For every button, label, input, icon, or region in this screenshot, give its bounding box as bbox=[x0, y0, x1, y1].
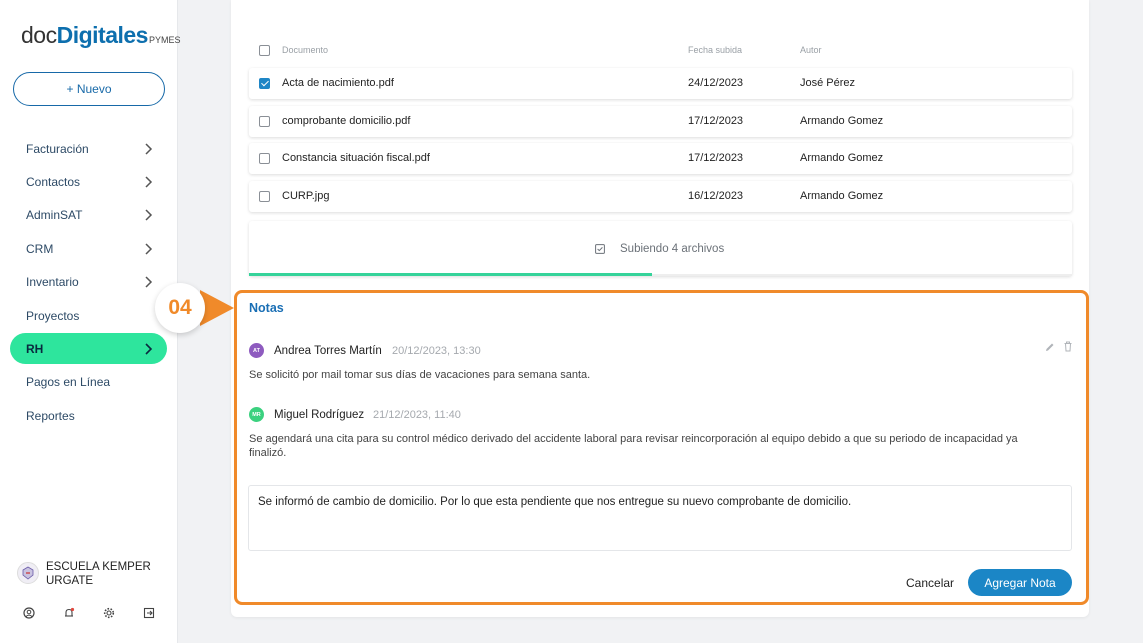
row-document-name: CURP.jpg bbox=[282, 190, 330, 202]
table-row[interactable]: Acta de nacimiento.pdf 24/12/2023 José P… bbox=[249, 68, 1072, 99]
author-avatar: AT bbox=[249, 343, 264, 358]
organization-logo bbox=[17, 562, 39, 584]
sidebar-item-label: CRM bbox=[26, 241, 54, 256]
sidebar-item-label: RH bbox=[26, 342, 44, 357]
column-header-date: Fecha subida bbox=[688, 45, 743, 55]
sidebar-item-facturacion[interactable]: Facturación bbox=[0, 132, 178, 165]
organization-name: ESCUELA KEMPER URGATE bbox=[46, 561, 151, 587]
brand-logo-digitales: Digitales bbox=[56, 22, 149, 48]
sidebar-item-label: Inventario bbox=[26, 275, 79, 290]
notification-bell-icon[interactable] bbox=[62, 606, 76, 620]
row-author: José Pérez bbox=[800, 77, 856, 89]
sidebar-item-label: Contactos bbox=[26, 175, 81, 190]
delete-trash-icon[interactable] bbox=[1063, 341, 1073, 352]
documents-table-header: Documento Fecha subida Autor bbox=[259, 44, 1069, 58]
chevron-right-icon bbox=[145, 276, 153, 288]
note-datetime: 20/12/2023, 13:30 bbox=[392, 345, 481, 357]
sidebar-item-reportes[interactable]: Reportes bbox=[0, 399, 178, 432]
organization-switcher[interactable]: ESCUELA KEMPER URGATE bbox=[17, 560, 156, 588]
note-text: Se agendará una cita para su control méd… bbox=[249, 433, 1018, 459]
chevron-right-icon bbox=[145, 243, 153, 255]
note-author: Miguel Rodríguez bbox=[274, 409, 365, 421]
chevron-right-icon bbox=[145, 176, 153, 188]
user-profile-icon[interactable] bbox=[22, 606, 36, 620]
step-marker-arrow bbox=[200, 290, 234, 326]
notes-title: Notas bbox=[249, 301, 284, 315]
sidebar-item-adminsat[interactable]: AdminSAT bbox=[0, 199, 178, 232]
upload-check-icon bbox=[595, 244, 605, 254]
table-row[interactable]: comprobante domicilio.pdf 17/12/2023 Arm… bbox=[249, 106, 1072, 137]
row-upload-date: 17/12/2023 bbox=[688, 115, 744, 127]
upload-progress-panel: Subiendo 4 archivos bbox=[249, 221, 1072, 276]
row-document-name: Acta de nacimiento.pdf bbox=[282, 77, 394, 89]
table-row[interactable]: Constancia situación fiscal.pdf 17/12/20… bbox=[249, 143, 1072, 174]
chevron-right-icon bbox=[145, 343, 153, 355]
edit-pencil-icon[interactable] bbox=[1045, 342, 1055, 352]
row-author: Armando Gomez bbox=[800, 152, 884, 164]
note-text: Se solicitó por mail tomar sus días de v… bbox=[249, 369, 591, 381]
row-checkbox[interactable] bbox=[259, 116, 270, 127]
row-upload-date: 24/12/2023 bbox=[688, 77, 744, 89]
sidebar-item-label: Proyectos bbox=[26, 308, 80, 323]
row-checkbox[interactable] bbox=[259, 153, 270, 164]
brand-logo[interactable]: doc Digitales PYMES bbox=[21, 22, 180, 49]
sidebar-footer-icons bbox=[22, 606, 182, 620]
note-author: Andrea Torres Martín bbox=[274, 345, 382, 357]
row-upload-date: 16/12/2023 bbox=[688, 190, 744, 202]
brand-logo-doc: doc bbox=[21, 22, 57, 48]
sidebar-item-inventario[interactable]: Inventario bbox=[0, 266, 178, 299]
row-upload-date: 17/12/2023 bbox=[688, 152, 744, 164]
chevron-right-icon bbox=[145, 209, 153, 221]
brand-logo-pymes: PYMES bbox=[148, 35, 181, 45]
row-checkbox[interactable] bbox=[259, 191, 270, 202]
author-avatar: MR bbox=[249, 407, 264, 422]
sidebar-item-label: AdminSAT bbox=[26, 208, 83, 223]
column-header-author: Autor bbox=[800, 45, 822, 55]
row-author: Armando Gomez bbox=[800, 190, 884, 202]
sidebar-nav: Facturación Contactos AdminSAT CRM Inven… bbox=[0, 132, 178, 433]
school-crest-icon bbox=[22, 566, 34, 580]
sidebar-item-pagos-en-linea[interactable]: Pagos en Línea bbox=[0, 366, 178, 399]
add-note-button[interactable]: Agregar Nota bbox=[968, 569, 1072, 596]
table-row[interactable]: CURP.jpg 16/12/2023 Armando Gomez bbox=[249, 181, 1072, 212]
sidebar: doc Digitales PYMES + Nuevo Facturación Co… bbox=[0, 0, 180, 643]
logout-icon[interactable] bbox=[142, 606, 156, 620]
sidebar-item-contactos[interactable]: Contactos bbox=[0, 165, 178, 198]
sidebar-item-proyectos[interactable]: Proyectos bbox=[0, 299, 178, 332]
settings-gear-icon[interactable] bbox=[102, 606, 116, 620]
step-marker: 04 bbox=[155, 283, 205, 333]
note-input[interactable]: Se informó de cambio de domicilio. Por l… bbox=[248, 485, 1072, 551]
sidebar-item-label: Facturación bbox=[26, 141, 89, 156]
row-author: Armando Gomez bbox=[800, 115, 884, 127]
upload-status-text: Subiendo 4 archivos bbox=[620, 243, 725, 255]
upload-progress-bar bbox=[249, 273, 653, 276]
sidebar-item-label: Pagos en Línea bbox=[26, 375, 111, 390]
select-all-checkbox[interactable] bbox=[259, 45, 270, 56]
sidebar-item-crm[interactable]: CRM bbox=[0, 232, 178, 265]
chevron-right-icon bbox=[145, 143, 153, 155]
sidebar-item-rh[interactable]: RH bbox=[0, 332, 178, 365]
cancel-button[interactable]: Cancelar bbox=[898, 570, 962, 596]
column-header-document: Documento bbox=[282, 45, 329, 55]
row-checkbox[interactable] bbox=[259, 78, 270, 89]
row-document-name: comprobante domicilio.pdf bbox=[282, 115, 411, 127]
row-document-name: Constancia situación fiscal.pdf bbox=[282, 152, 430, 164]
new-button[interactable]: + Nuevo bbox=[13, 72, 165, 106]
sidebar-item-label: Reportes bbox=[26, 408, 75, 423]
note-datetime: 21/12/2023, 11:40 bbox=[373, 409, 461, 421]
